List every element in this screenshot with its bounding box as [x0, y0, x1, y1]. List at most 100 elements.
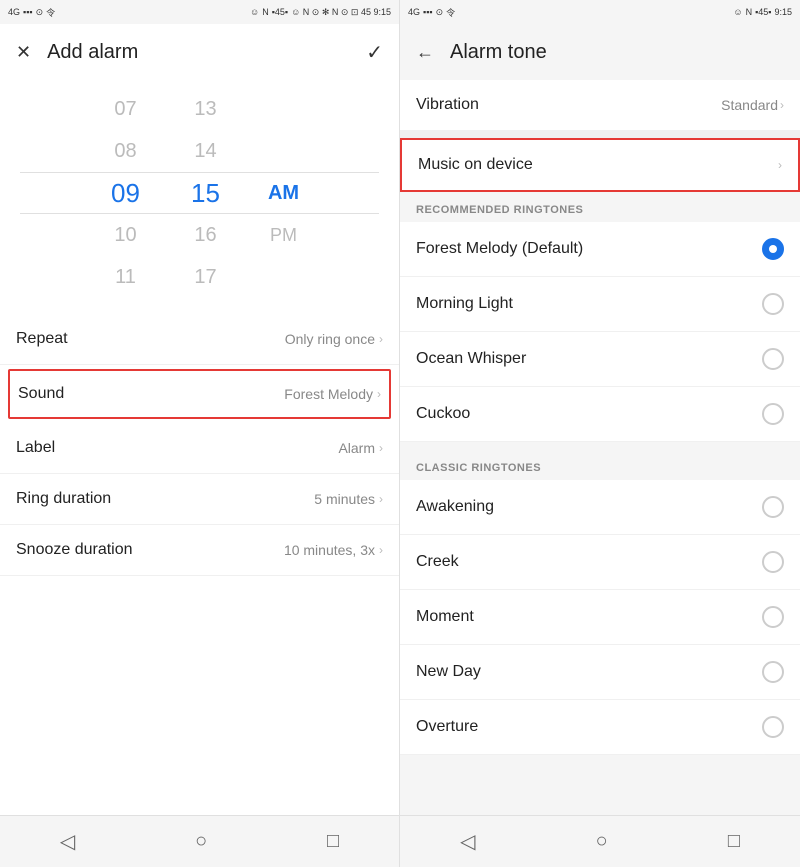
- recommended-section-header: RECOMMENDED RINGTONES: [400, 192, 800, 222]
- page-title: Add alarm: [47, 41, 350, 64]
- minutes-column[interactable]: 13 14 15 16 17: [166, 88, 246, 298]
- radio-moment[interactable]: [762, 606, 784, 628]
- radio-ocean-whisper[interactable]: [762, 348, 784, 370]
- ringtone-morning-light[interactable]: Morning Light: [400, 277, 800, 332]
- bottom-nav-right: ◁ ○ □: [400, 815, 800, 867]
- wifi2-icon-r: 令: [446, 6, 455, 19]
- music-on-device-label: Music on device: [418, 156, 533, 174]
- ringtone-creek[interactable]: Creek: [400, 535, 800, 590]
- hour-09[interactable]: 09: [86, 172, 166, 214]
- alarm-tone-panel: 4G ▪▪▪ ⊙ 令 ☺ N ▪45▪ 9:15 ← Alarm tone Vi…: [400, 0, 800, 867]
- ringtone-name-overture: Overture: [416, 718, 478, 736]
- recent-button-r[interactable]: □: [704, 822, 764, 861]
- home-button[interactable]: ○: [171, 822, 231, 861]
- minute-16: 16: [166, 214, 246, 256]
- radio-overture[interactable]: [762, 716, 784, 738]
- minute-13: 13: [166, 88, 246, 130]
- ampm-column[interactable]: AM PM: [254, 88, 314, 298]
- network-icon: 4G: [8, 7, 20, 17]
- radio-awakening[interactable]: [762, 496, 784, 518]
- bottom-nav-left: ◁ ○ □: [0, 815, 399, 867]
- radio-cuckoo[interactable]: [762, 403, 784, 425]
- repeat-row[interactable]: Repeat Only ring once ›: [0, 314, 399, 365]
- sound-row[interactable]: Sound Forest Melody ›: [8, 369, 391, 419]
- vibration-row[interactable]: Vibration Standard ›: [400, 80, 800, 138]
- ringtone-name-creek: Creek: [416, 553, 459, 571]
- chevron-icon: ›: [377, 387, 381, 401]
- ring-duration-row[interactable]: Ring duration 5 minutes ›: [0, 474, 399, 525]
- repeat-value: Only ring once ›: [285, 331, 383, 347]
- chevron-icon: ›: [379, 543, 383, 557]
- back-button-nav-r[interactable]: ◁: [436, 821, 499, 862]
- hour-07: 07: [86, 88, 166, 130]
- ringtone-new-day[interactable]: New Day: [400, 645, 800, 700]
- status-bar-right: 4G ▪▪▪ ⊙ 令 ☺ N ▪45▪ 9:15: [400, 0, 800, 24]
- add-alarm-panel: 4G ▪▪▪ ⊙ 令 ☺ N ▪45▪ ☺ N ⊙ ✻ N ⊙ ⊡ 45 9:1…: [0, 0, 400, 867]
- ring-duration-value: 5 minutes ›: [314, 491, 383, 507]
- radio-morning-light[interactable]: [762, 293, 784, 315]
- ringtone-ocean-whisper[interactable]: Ocean Whisper: [400, 332, 800, 387]
- ringtone-forest-melody[interactable]: Forest Melody (Default): [400, 222, 800, 277]
- status-right-icons-r: ☺ N ▪45▪ 9:15: [733, 7, 792, 17]
- music-on-device-row[interactable]: Music on device ›: [400, 138, 800, 192]
- notification-icon-r: ☺: [733, 7, 742, 17]
- status-left-icons: 4G ▪▪▪ ⊙ 令: [8, 6, 55, 19]
- signal-icon-r: ▪▪▪: [423, 7, 433, 17]
- vibration-label: Vibration: [416, 96, 479, 114]
- recent-button[interactable]: □: [303, 822, 363, 861]
- confirm-button[interactable]: ✓: [366, 40, 383, 65]
- ringtone-cuckoo[interactable]: Cuckoo: [400, 387, 800, 442]
- snooze-duration-label: Snooze duration: [16, 541, 133, 559]
- minute-14: 14: [166, 130, 246, 172]
- chevron-icon-v: ›: [780, 98, 784, 112]
- vibration-value: Standard ›: [721, 97, 784, 113]
- minute-17: 17: [166, 256, 246, 298]
- chevron-icon: ›: [379, 332, 383, 346]
- hour-08: 08: [86, 130, 166, 172]
- radio-creek[interactable]: [762, 551, 784, 573]
- signal-icon: ▪▪▪: [23, 7, 33, 17]
- sound-value: Forest Melody ›: [284, 386, 381, 402]
- status-left-icons-r: 4G ▪▪▪ ⊙ 令: [408, 6, 455, 19]
- ringtone-moment[interactable]: Moment: [400, 590, 800, 645]
- classic-section-header: CLASSIC RINGTONES: [400, 450, 800, 480]
- snooze-duration-row[interactable]: Snooze duration 10 minutes, 3x ›: [0, 525, 399, 576]
- time-picker[interactable]: 07 08 09 10 11 13 14 15 16 17 AM PM: [0, 80, 399, 306]
- ampm-am[interactable]: AM: [268, 172, 299, 214]
- back-button-r[interactable]: ←: [416, 42, 434, 63]
- ring-duration-label: Ring duration: [16, 490, 111, 508]
- battery-icon: ▪45▪: [272, 7, 288, 17]
- radio-new-day[interactable]: [762, 661, 784, 683]
- snooze-duration-value: 10 minutes, 3x ›: [284, 542, 383, 558]
- sound-label: Sound: [18, 385, 64, 403]
- ringtone-name-cuckoo: Cuckoo: [416, 405, 470, 423]
- ringtone-name-forest: Forest Melody (Default): [416, 240, 583, 258]
- close-button[interactable]: ✕: [16, 42, 31, 63]
- minute-15[interactable]: 15: [166, 172, 246, 214]
- label-row[interactable]: Label Alarm ›: [0, 423, 399, 474]
- settings-list: Repeat Only ring once › Sound Forest Mel…: [0, 314, 399, 815]
- status-right-icons: ☺ N ▪45▪ ☺ N ⊙ ✻ N ⊙ ⊡ 45 9:15: [250, 7, 391, 18]
- classic-ringtones: Awakening Creek Moment New Day Overture: [400, 480, 800, 755]
- ringtone-awakening[interactable]: Awakening: [400, 480, 800, 535]
- home-button-r[interactable]: ○: [572, 822, 632, 861]
- ringtone-name-awakening: Awakening: [416, 498, 494, 516]
- hours-column[interactable]: 07 08 09 10 11: [86, 88, 166, 298]
- chevron-icon-m: ›: [778, 158, 782, 172]
- back-button[interactable]: ◁: [36, 821, 99, 862]
- ampm-pm[interactable]: PM: [270, 214, 297, 256]
- chevron-icon: ›: [379, 492, 383, 506]
- radio-forest-melody[interactable]: [762, 238, 784, 260]
- hour-10: 10: [86, 214, 166, 256]
- ringtone-name-morning: Morning Light: [416, 295, 513, 313]
- notification-icon: ☺: [250, 7, 259, 17]
- alarm-tone-header: ← Alarm tone: [400, 24, 800, 80]
- recommended-ringtones: Forest Melody (Default) Morning Light Oc…: [400, 222, 800, 442]
- network-icon-r: 4G: [408, 7, 420, 17]
- wifi-icon: ⊙: [36, 7, 44, 18]
- ringtone-name-ocean: Ocean Whisper: [416, 350, 526, 368]
- chevron-icon: ›: [379, 441, 383, 455]
- label-value: Alarm ›: [338, 440, 383, 456]
- ringtone-overture[interactable]: Overture: [400, 700, 800, 755]
- alarm-tone-title: Alarm tone: [450, 41, 784, 64]
